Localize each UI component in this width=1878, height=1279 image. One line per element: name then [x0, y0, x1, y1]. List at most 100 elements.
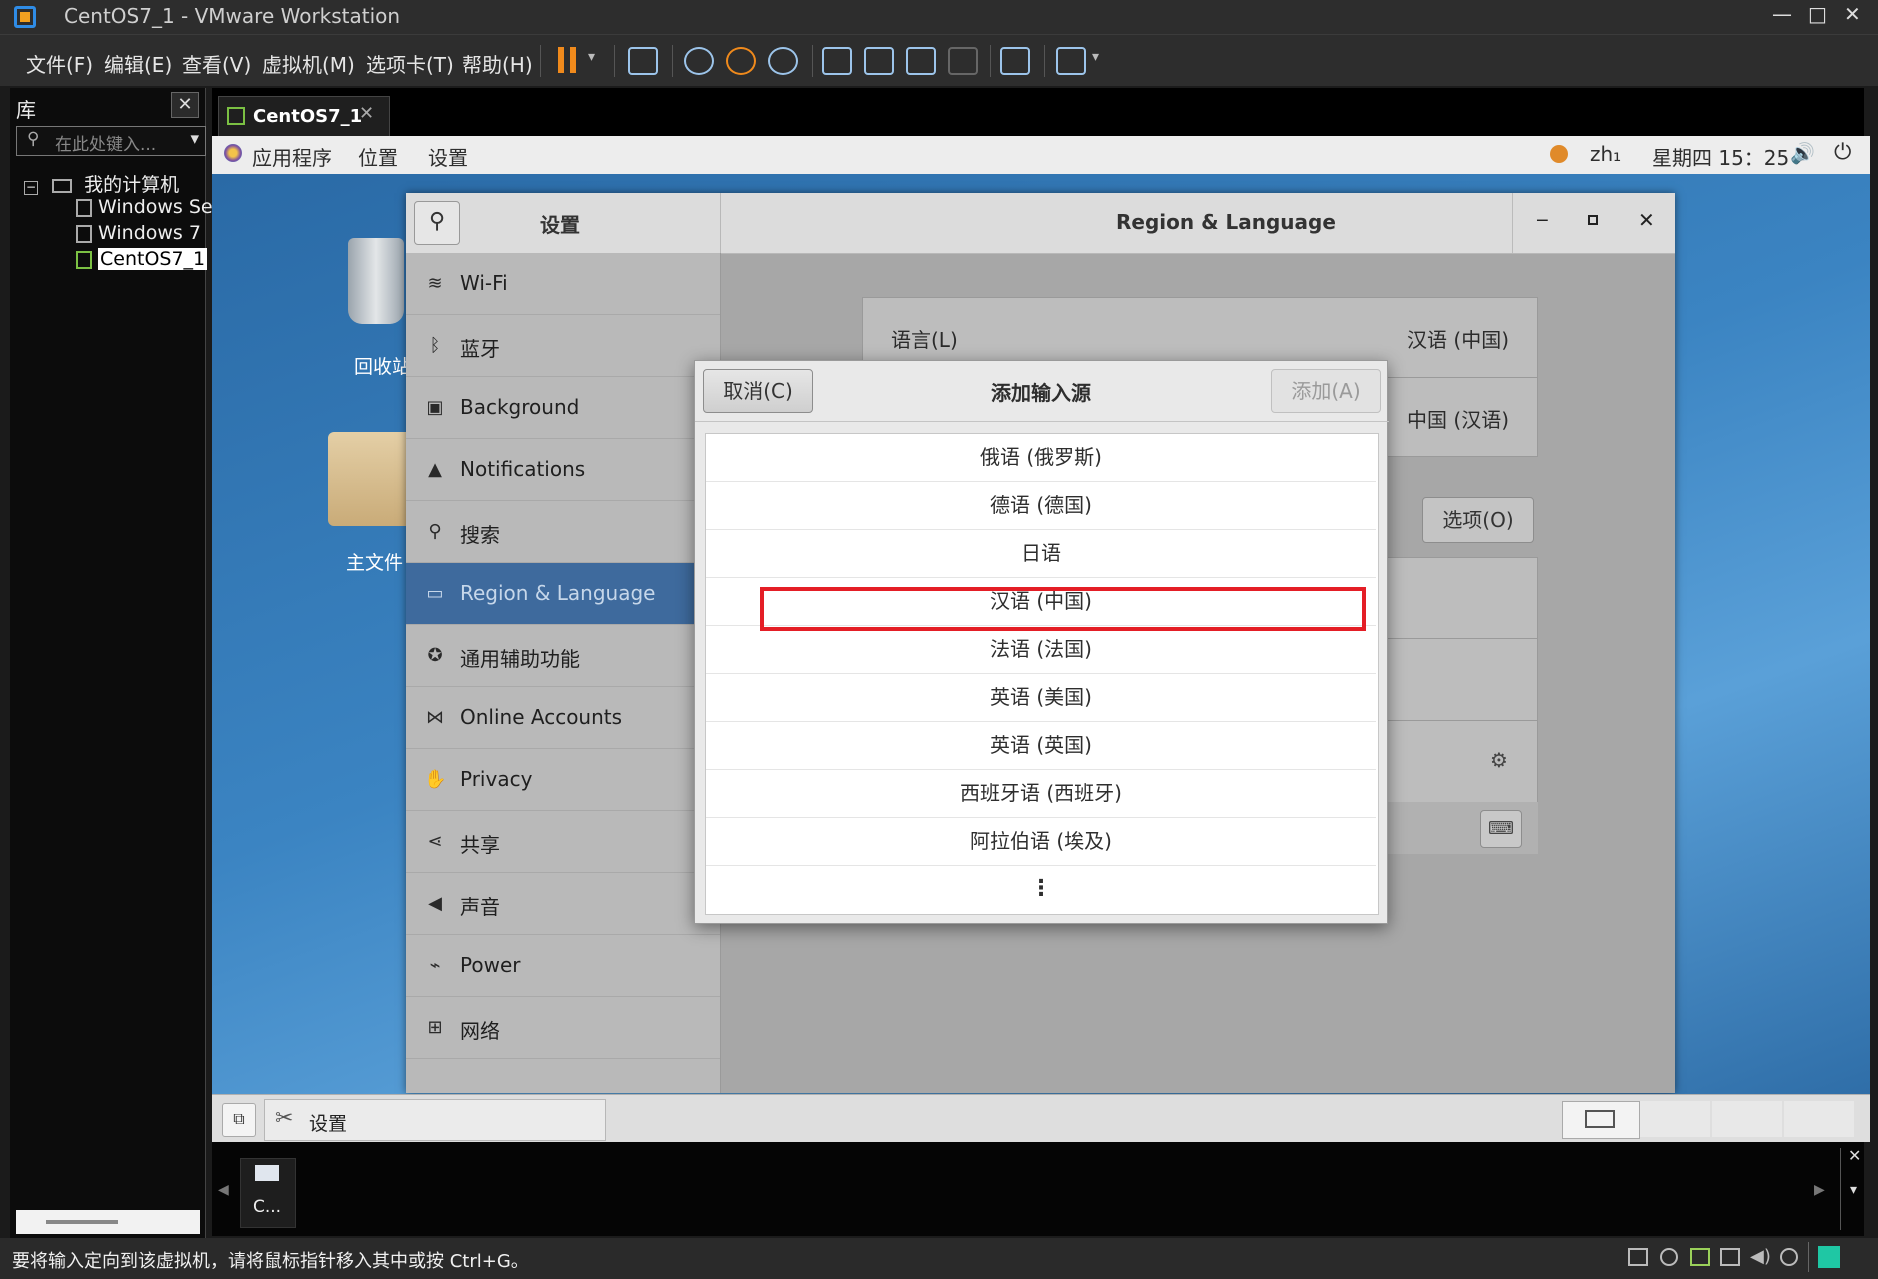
workspace-2[interactable]: [1640, 1101, 1710, 1137]
sidebar-item-network[interactable]: ⊞ 网络: [406, 997, 720, 1059]
list-item-japanese[interactable]: 日语: [706, 530, 1376, 578]
snapshot-icon[interactable]: [684, 47, 714, 75]
scroll-right-icon[interactable]: ▶: [1814, 1182, 1825, 1198]
fullscreen-icon[interactable]: [906, 47, 936, 75]
language-value[interactable]: 汉语 (中国): [1407, 324, 1509, 353]
scroll-left-icon[interactable]: ◀: [218, 1182, 229, 1198]
computer-icon: [52, 178, 73, 193]
trash-icon[interactable]: [348, 238, 404, 324]
sidebar-toggle-icon[interactable]: [822, 47, 852, 75]
close-button[interactable]: ✕: [1638, 208, 1655, 232]
close-icon[interactable]: ✕: [1848, 1146, 1861, 1165]
language-label[interactable]: 语言(L): [891, 324, 958, 353]
menu-edit[interactable]: 编辑(E): [104, 49, 172, 78]
options-button[interactable]: 选项(O): [1422, 497, 1534, 543]
menu-help[interactable]: 帮助(H): [462, 49, 533, 78]
menu-applications[interactable]: 应用程序: [252, 142, 332, 171]
menu-places[interactable]: 位置: [358, 142, 398, 171]
tree-vm-centos[interactable]: CentOS7_1: [76, 248, 208, 270]
usb-icon[interactable]: [1780, 1248, 1798, 1266]
menu-view[interactable]: 查看(V): [182, 49, 251, 78]
hdd-icon[interactable]: [1628, 1248, 1648, 1266]
cd-icon[interactable]: [1660, 1248, 1678, 1266]
tab-centos[interactable]: CentOS7_1 ✕: [218, 96, 390, 137]
unity-icon[interactable]: [948, 47, 978, 75]
snapshot-manager-icon[interactable]: [768, 47, 798, 75]
sidebar-item-power[interactable]: ⌁ Power: [406, 935, 720, 997]
menu-tabs[interactable]: 选项卡(T): [366, 49, 454, 78]
minimize-button[interactable]: ‒: [1536, 207, 1549, 231]
printer-icon[interactable]: [1720, 1248, 1740, 1266]
menu-vm[interactable]: 虚拟机(M): [262, 49, 355, 78]
list-item-russian[interactable]: 俄语 (俄罗斯): [706, 434, 1376, 482]
workspace-3[interactable]: [1712, 1101, 1782, 1137]
sidebar-item-notifications[interactable]: ▲ Notifications: [406, 439, 720, 501]
tree-vm-windows-server[interactable]: Windows Se: [76, 196, 213, 218]
list-item-french[interactable]: 法语 (法国): [706, 626, 1376, 674]
online-accounts-icon: ⋈: [426, 707, 444, 728]
list-item-arabic[interactable]: 阿拉伯语 (埃及): [706, 818, 1376, 866]
message-icon[interactable]: [1818, 1246, 1840, 1268]
sidebar-item-online-accounts[interactable]: ⋈ Online Accounts: [406, 687, 720, 749]
workspace-1[interactable]: [1562, 1101, 1640, 1139]
list-item-english-us[interactable]: 英语 (美国): [706, 674, 1376, 722]
input-method-indicator[interactable]: zh₁: [1590, 142, 1621, 166]
minimize-button[interactable]: —: [1772, 2, 1792, 26]
cancel-button[interactable]: 取消(C): [703, 369, 813, 413]
gear-icon[interactable]: ⚙: [1490, 748, 1508, 772]
taskbar-settings[interactable]: ✂ 设置: [264, 1099, 606, 1141]
power-icon: ⌁: [429, 955, 441, 976]
maximize-button[interactable]: □: [1808, 2, 1827, 26]
sidebar-item-sharing[interactable]: ⋖ 共享: [406, 811, 720, 873]
sound-icon[interactable]: ◀): [1750, 1246, 1771, 1267]
home-folder-icon[interactable]: [328, 432, 412, 526]
list-item-german[interactable]: 德语 (德国): [706, 482, 1376, 530]
sidebar-item-privacy[interactable]: ✋ Privacy: [406, 749, 720, 811]
power-icon[interactable]: ⏻: [1834, 140, 1851, 165]
search-button[interactable]: ⚲: [414, 201, 460, 245]
list-item-spanish[interactable]: 西班牙语 (西班牙): [706, 770, 1376, 818]
send-keys-icon[interactable]: [628, 47, 658, 75]
input-method-icon[interactable]: [1550, 145, 1568, 163]
sidebar-item-background[interactable]: ▣ Background: [406, 377, 720, 439]
revert-snapshot-icon[interactable]: [726, 47, 756, 75]
chevron-down-icon[interactable]: ▾: [1092, 49, 1099, 65]
library-scrollbar[interactable]: [16, 1210, 200, 1234]
sidebar-item-accessibility[interactable]: ✪ 通用辅助功能: [406, 625, 720, 687]
tree-vm-windows-7[interactable]: Windows 7: [76, 222, 201, 244]
console-icon[interactable]: [1000, 47, 1030, 75]
library-search-input[interactable]: ⚲ 在此处键入... ▾: [16, 126, 206, 156]
keyboard-icon[interactable]: ⌨: [1480, 810, 1522, 848]
tree-my-computer[interactable]: − 我的计算机: [24, 170, 179, 197]
maximize-button[interactable]: [1588, 215, 1598, 225]
chevron-down-icon[interactable]: ▾: [588, 49, 595, 65]
pause-icon[interactable]: [558, 47, 564, 73]
close-tab-icon[interactable]: ✕: [359, 103, 374, 124]
chevron-down-icon[interactable]: ▾: [1850, 1182, 1857, 1198]
more-languages-button[interactable]: ⋮: [706, 866, 1376, 914]
show-desktop-icon[interactable]: ⧉: [222, 1103, 256, 1137]
chevron-down-icon[interactable]: ▾: [190, 129, 199, 149]
add-button[interactable]: 添加(A): [1271, 369, 1381, 413]
sidebar-item-sound[interactable]: ◀ 声音: [406, 873, 720, 935]
close-button[interactable]: ✕: [1844, 2, 1861, 26]
vm-thumbnail[interactable]: C...: [240, 1158, 296, 1228]
thumbnail-bar-icon[interactable]: [864, 47, 894, 75]
collapse-icon[interactable]: −: [24, 181, 38, 195]
stretch-icon[interactable]: [1056, 47, 1086, 75]
clock[interactable]: 星期四 15：25: [1652, 142, 1789, 171]
close-icon[interactable]: ✕: [171, 92, 199, 118]
tools-icon: ✂: [275, 1106, 294, 1131]
vm-icon: [76, 224, 92, 243]
menu-settings[interactable]: 设置: [428, 142, 468, 171]
sidebar-item-region-language[interactable]: ▭ Region & Language: [406, 563, 720, 625]
sidebar-item-wifi[interactable]: ≋ Wi-Fi: [406, 253, 720, 315]
menu-file[interactable]: 文件(F): [26, 49, 93, 78]
sidebar-item-search[interactable]: ⚲ 搜索: [406, 501, 720, 563]
network-adapter-icon[interactable]: [1690, 1248, 1710, 1266]
list-item-english-uk[interactable]: 英语 (英国): [706, 722, 1376, 770]
formats-value[interactable]: 中国 (汉语): [1407, 404, 1509, 433]
volume-icon[interactable]: 🔊: [1790, 141, 1815, 165]
sidebar-item-bluetooth[interactable]: ᛒ 蓝牙: [406, 315, 720, 377]
workspace-4[interactable]: [1784, 1101, 1854, 1137]
